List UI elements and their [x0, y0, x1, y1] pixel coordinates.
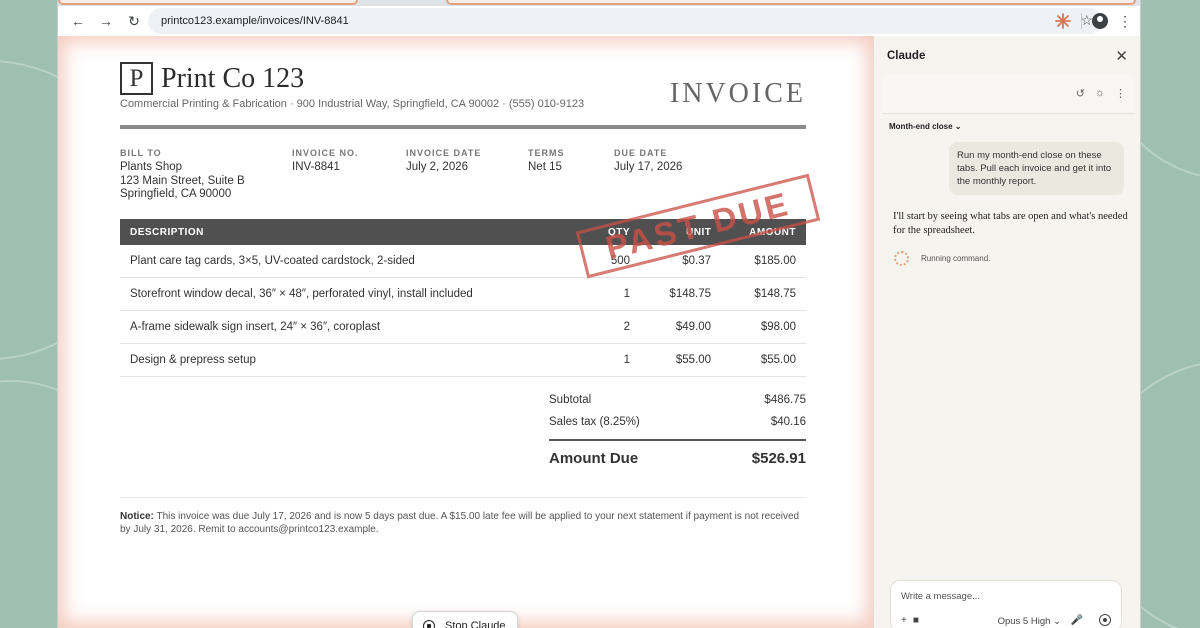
item-qty: 1 — [623, 354, 630, 366]
item-amount: $98.00 — [760, 321, 796, 333]
invoice-date: July 2, 2026 — [406, 161, 469, 173]
bill-to-line: Springfield, CA 90000 — [120, 188, 232, 200]
microphone-icon[interactable]: 🎤 — [1071, 615, 1083, 626]
url-text: printco123.example/invoices/INV-8841 — [161, 15, 349, 27]
tab[interactable] — [58, 0, 358, 5]
back-arrow-icon[interactable]: ← — [66, 9, 90, 33]
history-icon[interactable]: ↺ — [1076, 87, 1085, 100]
conversation-title: Month-end close — [889, 122, 953, 131]
send-icon[interactable] — [1099, 614, 1111, 626]
company-address: Commercial Printing & Fabrication · 900 … — [120, 98, 585, 110]
message-input[interactable]: Write a message... + ■ Opus 5 High ⌄ 🎤 — [890, 580, 1122, 628]
user-message: Run my month-end close on these tabs. Pu… — [949, 142, 1124, 195]
column-description: DESCRIPTION — [130, 227, 204, 238]
subtotal-value: $486.75 — [764, 394, 806, 406]
effort-level: High — [1030, 616, 1051, 627]
notice-label: Notice: — [120, 511, 154, 522]
item-amount: $185.00 — [754, 255, 796, 267]
panel-title: Claude — [887, 50, 926, 62]
status-text: Running command. — [921, 254, 991, 263]
bill-to-label: BILL TO — [120, 148, 162, 158]
attach-icon[interactable]: ■ — [913, 615, 919, 626]
forward-arrow-icon[interactable]: → — [94, 9, 118, 33]
spinner-icon — [894, 251, 909, 266]
item-unit: $49.00 — [675, 321, 711, 333]
terms: Net 15 — [528, 161, 562, 173]
bill-to-address: Plants Shop 123 Main Street, Suite B Spr… — [120, 161, 245, 202]
company-name: Print Co 123 — [161, 62, 305, 94]
stop-icon — [423, 620, 435, 628]
item-unit: $55.00 — [675, 354, 711, 366]
item-description: A-frame sidewalk sign insert, 24″ × 36″,… — [130, 321, 381, 333]
invoice-date-label: INVOICE DATE — [406, 148, 482, 158]
page-content: P Print Co 123 Commercial Printing & Fab… — [58, 36, 873, 628]
bill-to-line: Plants Shop — [120, 161, 183, 173]
running-status: Running command. — [894, 251, 990, 266]
invoice-title: INVOICE — [669, 78, 806, 109]
toolbar-divider — [1081, 13, 1082, 29]
due-date-label: DUE DATE — [614, 148, 668, 158]
message-placeholder: Write a message... — [901, 591, 981, 602]
table-row: Storefront window decal, 36″ × 48″, perf… — [120, 278, 806, 311]
company-logo: P Print Co 123 — [120, 62, 304, 95]
conversation-selector[interactable]: Month-end close ⌄ — [889, 122, 962, 131]
logo-mark: P — [120, 62, 153, 95]
item-qty: 1 — [623, 288, 630, 300]
address-bar[interactable]: printco123.example/invoices/INV-8841 ☆ — [148, 8, 1103, 34]
browser-menu-icon[interactable]: ⋮ — [1118, 14, 1132, 28]
new-chat-icon[interactable]: ☼ — [1095, 87, 1105, 100]
reload-icon[interactable]: ↻ — [122, 9, 146, 33]
due-date: July 17, 2026 — [614, 161, 683, 173]
browser-toolbar: ← → ↻ printco123.example/invoices/INV-88… — [58, 6, 1140, 36]
bill-to-line: 123 Main Street, Suite B — [120, 174, 245, 187]
table-row: A-frame sidewalk sign insert, 24″ × 36″,… — [120, 311, 806, 344]
table-row: Plant care tag cards, 3×5, UV-coated car… — [120, 245, 806, 278]
stop-claude-label: Stop Claude — [445, 620, 506, 628]
invoice-no: INV-8841 — [292, 161, 340, 173]
model-name: Opus 5 — [997, 616, 1029, 627]
item-unit: $0.37 — [682, 255, 711, 267]
stop-claude-button[interactable]: Stop Claude — [412, 611, 518, 628]
chevron-down-icon: ⌄ — [1053, 616, 1061, 627]
late-notice: Notice: This invoice was due July 17, 20… — [120, 510, 800, 536]
add-icon[interactable]: + — [901, 615, 907, 626]
item-description: Storefront window decal, 36″ × 48″, perf… — [130, 288, 473, 300]
panel-actions: ↺ ☼ ⋮ — [1076, 87, 1126, 100]
item-amount: $55.00 — [760, 354, 796, 366]
claude-extension-icon[interactable] — [1055, 13, 1071, 29]
table-row: Design & prepress setup 1 $55.00 $55.00 — [120, 344, 806, 377]
close-icon[interactable]: ✕ — [1115, 47, 1128, 65]
item-description: Design & prepress setup — [130, 354, 256, 366]
notice-text: This invoice was due July 17, 2026 and i… — [120, 511, 800, 535]
item-qty: 2 — [623, 321, 630, 333]
invoice-document: P Print Co 123 Commercial Printing & Fab… — [120, 36, 821, 628]
browser-window: ← → ↻ printco123.example/invoices/INV-88… — [57, 0, 1141, 628]
notice-divider — [120, 497, 806, 498]
profile-avatar-icon[interactable] — [1092, 13, 1108, 29]
invoice-no-label: INVOICE NO. — [292, 148, 359, 158]
subtotal-label: Subtotal — [549, 394, 592, 406]
input-tools: + ■ — [901, 615, 919, 626]
amount-due-label: Amount Due — [549, 450, 639, 467]
totals-rule — [549, 439, 806, 441]
assistant-message: I'll start by seeing what tabs are open … — [893, 211, 1128, 236]
more-options-icon[interactable]: ⋮ — [1115, 87, 1126, 100]
item-description: Plant care tag cards, 3×5, UV-coated car… — [130, 255, 415, 267]
amount-due-value: $526.91 — [751, 450, 806, 467]
chevron-down-icon: ⌄ — [954, 122, 962, 131]
tax-value: $40.16 — [770, 416, 806, 428]
tab[interactable] — [446, 0, 1136, 5]
terms-label: TERMS — [528, 148, 565, 158]
tax-label: Sales tax (8.25%) — [549, 416, 640, 428]
header-rule — [120, 125, 806, 129]
claude-side-panel: Claude ✕ ↺ ☼ ⋮ Month-end close ⌄ Run my … — [873, 36, 1140, 628]
item-amount: $148.75 — [754, 288, 796, 300]
item-unit: $148.75 — [669, 288, 711, 300]
model-selector[interactable]: Opus 5 High ⌄ — [998, 616, 1061, 627]
